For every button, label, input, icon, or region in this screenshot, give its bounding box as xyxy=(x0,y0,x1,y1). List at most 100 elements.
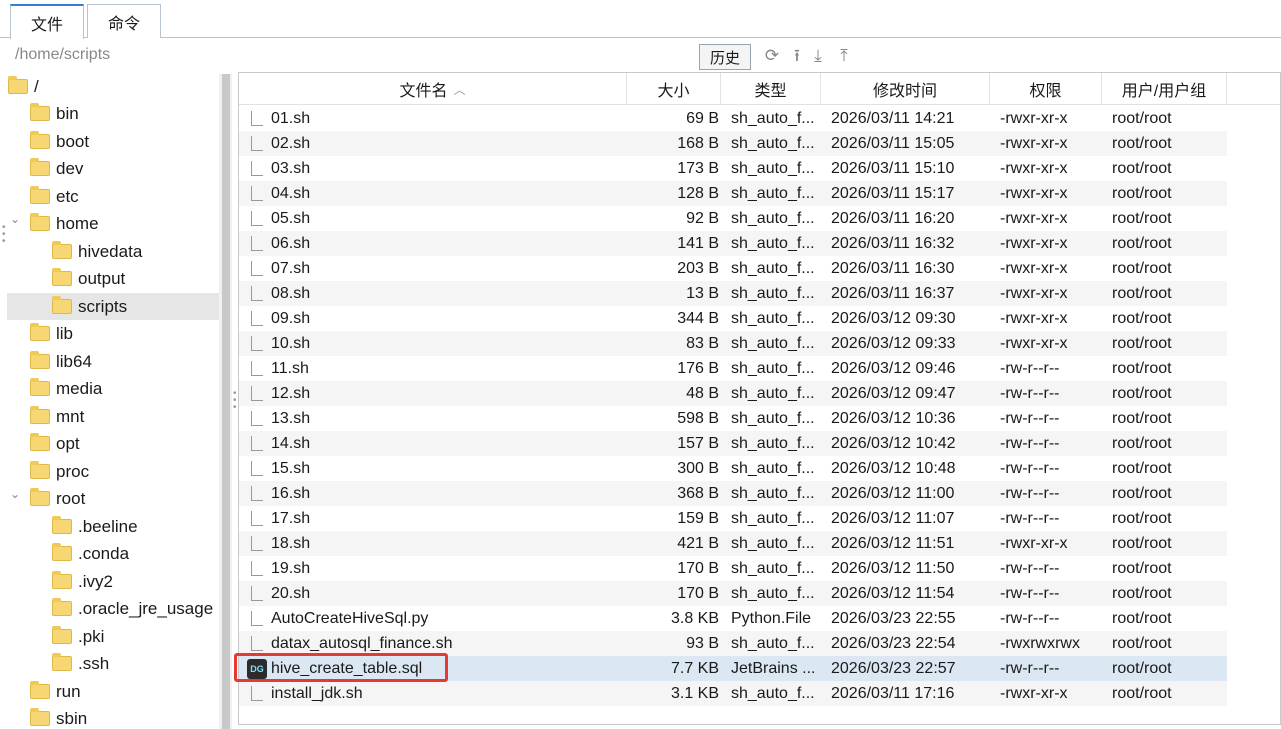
tree-item-lib64[interactable]: lib64 xyxy=(0,348,218,375)
file-permissions: -rwxr-xr-x xyxy=(1000,110,1068,127)
file-name: 02.sh xyxy=(271,135,311,152)
column-header-size[interactable]: 大小 xyxy=(627,73,721,105)
splitter-handle-icon[interactable]: • • • xyxy=(233,389,237,413)
tree-item-beeline[interactable]: .beeline xyxy=(0,513,218,540)
file-name: 20.sh xyxy=(271,585,311,602)
tree-item-mnt[interactable]: mnt xyxy=(0,403,218,430)
file-modified: 2026/03/11 15:05 xyxy=(831,135,955,152)
file-name: 08.sh xyxy=(271,285,311,302)
file-size: 170 B xyxy=(677,560,719,577)
file-row[interactable]: 14.sh 157 B sh_auto_f... 2026/03/12 10:42 -r… xyxy=(239,431,1227,456)
refresh-icon[interactable]: ⟳ xyxy=(762,46,782,66)
file-row[interactable]: 13.sh 598 B sh_auto_f... 2026/03/12 10:36 -r… xyxy=(239,406,1227,431)
file-row[interactable]: 19.sh 170 B sh_auto_f... 2026/03/12 11:50 -r… xyxy=(239,556,1227,581)
file-row[interactable]: 01.sh 69 B sh_auto_f... 2026/03/11 14:21 -rw… xyxy=(239,106,1227,131)
file-row[interactable]: 04.sh 128 B sh_auto_f... 2026/03/11 15:17 -r… xyxy=(239,181,1227,206)
file-row[interactable]: 08.sh 13 B sh_auto_f... 2026/03/11 16:37 -rw… xyxy=(239,281,1227,306)
folder-icon xyxy=(30,681,50,699)
tree-item-root[interactable]: ⌄ root xyxy=(0,485,218,512)
file-size: 7.7 KB xyxy=(670,660,719,677)
tree-item-oraclejreusage[interactable]: .oracle_jre_usage xyxy=(0,595,218,622)
tree-item-run[interactable]: run xyxy=(0,678,218,705)
tree-scrollbar-thumb[interactable] xyxy=(222,74,230,729)
file-modified: 2026/03/11 15:17 xyxy=(831,185,955,202)
resize-handle-icon[interactable]: • • • xyxy=(2,223,6,247)
expand-chevron-icon[interactable]: ⌄ xyxy=(10,212,20,226)
folder-icon xyxy=(30,351,50,369)
tree-item-sbin[interactable]: sbin xyxy=(0,705,218,729)
tree-item-scripts[interactable]: scripts xyxy=(7,293,219,320)
history-button[interactable]: 历史 xyxy=(699,44,751,70)
file-size: 128 B xyxy=(677,185,719,202)
tree-item-conda[interactable]: .conda xyxy=(0,540,218,567)
file-row[interactable]: 10.sh 83 B sh_auto_f... 2026/03/12 09:33 -rw… xyxy=(239,331,1227,356)
file-row[interactable]: AutoCreateHiveSql.py 3.8 KB Python.File 202… xyxy=(239,606,1227,631)
file-icon xyxy=(251,461,263,476)
tree-item-lib[interactable]: lib xyxy=(0,320,218,347)
tree-item-etc[interactable]: etc xyxy=(0,183,218,210)
column-header-name[interactable]: 文件名 ︿ xyxy=(239,73,627,105)
file-modified: 2026/03/11 16:32 xyxy=(831,235,955,252)
file-permissions: -rwxr-xr-x xyxy=(1000,260,1068,277)
upload-arrow-icon[interactable]: ⭱ xyxy=(787,46,807,66)
tree-item-boot[interactable]: boot xyxy=(0,128,218,155)
file-size: 170 B xyxy=(677,585,719,602)
file-name: 05.sh xyxy=(271,210,311,227)
file-type: sh_auto_f... xyxy=(731,535,815,552)
expand-chevron-icon[interactable]: ⌄ xyxy=(10,487,20,501)
file-row[interactable]: 12.sh 48 B sh_auto_f... 2026/03/12 09:47 -rw… xyxy=(239,381,1227,406)
tree-item-ssh[interactable]: .ssh xyxy=(0,650,218,677)
file-row[interactable]: 06.sh 141 B sh_auto_f... 2026/03/11 16:32 -r… xyxy=(239,231,1227,256)
tree-item-proc[interactable]: proc xyxy=(0,458,218,485)
column-header-permissions[interactable]: 权限 xyxy=(990,73,1102,105)
file-name: 03.sh xyxy=(271,160,311,177)
file-row[interactable]: 20.sh 170 B sh_auto_f... 2026/03/12 11:54 -r… xyxy=(239,581,1227,606)
file-row[interactable]: 11.sh 176 B sh_auto_f... 2026/03/12 09:46 -r… xyxy=(239,356,1227,381)
file-row[interactable]: 05.sh 92 B sh_auto_f... 2026/03/11 16:20 -rw… xyxy=(239,206,1227,231)
file-row[interactable]: 16.sh 368 B sh_auto_f... 2026/03/12 11:00 -r… xyxy=(239,481,1227,506)
file-row[interactable]: 15.sh 300 B sh_auto_f... 2026/03/12 10:48 -r… xyxy=(239,456,1227,481)
file-row[interactable]: 07.sh 203 B sh_auto_f... 2026/03/11 16:30 -r… xyxy=(239,256,1227,281)
tab-files[interactable]: 文件 xyxy=(10,4,84,39)
file-row[interactable]: 17.sh 159 B sh_auto_f... 2026/03/12 11:07 -r… xyxy=(239,506,1227,531)
tree-item-output[interactable]: output xyxy=(0,265,218,292)
file-type: sh_auto_f... xyxy=(731,510,815,527)
file-row[interactable]: 18.sh 421 B sh_auto_f... 2026/03/12 11:51 -r… xyxy=(239,531,1227,556)
file-permissions: -rwxr-xr-x xyxy=(1000,160,1068,177)
tree-item-hivedata[interactable]: hivedata xyxy=(0,238,218,265)
file-type: sh_auto_f... xyxy=(731,635,815,652)
tree-item-root[interactable]: / xyxy=(0,73,218,100)
file-owner: root/root xyxy=(1112,385,1172,402)
column-header-type[interactable]: 类型 xyxy=(721,73,821,105)
tree-item-pki[interactable]: .pki xyxy=(0,623,218,650)
tree-item-ivy2[interactable]: .ivy2 xyxy=(0,568,218,595)
file-owner: root/root xyxy=(1112,660,1172,677)
tab-commands[interactable]: 命令 xyxy=(87,4,161,38)
file-permissions: -rw-r--r-- xyxy=(1000,435,1060,452)
tree-item-label: sbin xyxy=(56,708,88,728)
file-modified: 2026/03/12 11:50 xyxy=(831,560,955,577)
file-name: 04.sh xyxy=(271,185,311,202)
upload-icon[interactable]: ⤒ xyxy=(834,46,854,66)
file-name: 19.sh xyxy=(271,560,311,577)
tree-item-home[interactable]: ⌄ home xyxy=(0,210,218,237)
tree-item-opt[interactable]: opt xyxy=(0,430,218,457)
tree-item-label: dev xyxy=(56,158,84,178)
path-input[interactable]: /home/scripts xyxy=(15,46,110,64)
column-header-user[interactable]: 用户/用户组 xyxy=(1102,73,1227,105)
file-size: 69 B xyxy=(686,110,719,127)
file-row[interactable]: 09.sh 344 B sh_auto_f... 2026/03/12 09:30 -r… xyxy=(239,306,1227,331)
file-icon xyxy=(251,286,263,301)
tree-item-bin[interactable]: bin xyxy=(0,100,218,127)
column-header-modified[interactable]: 修改时间 xyxy=(821,73,990,105)
tree-item-media[interactable]: media xyxy=(0,375,218,402)
file-row[interactable]: 03.sh 173 B sh_auto_f... 2026/03/11 15:10 -r… xyxy=(239,156,1227,181)
download-icon[interactable]: ⤓ xyxy=(808,46,828,66)
file-row[interactable]: install_jdk.sh 3.1 KB sh_auto_f... 2026/03/… xyxy=(239,681,1227,706)
file-type: sh_auto_f... xyxy=(731,160,815,177)
file-icon xyxy=(251,361,263,376)
file-size: 598 B xyxy=(677,410,719,427)
tree-item-dev[interactable]: dev xyxy=(0,155,218,182)
file-row[interactable]: 02.sh 168 B sh_auto_f... 2026/03/11 15:05 -r… xyxy=(239,131,1227,156)
file-modified: 2026/03/12 11:51 xyxy=(831,535,955,552)
